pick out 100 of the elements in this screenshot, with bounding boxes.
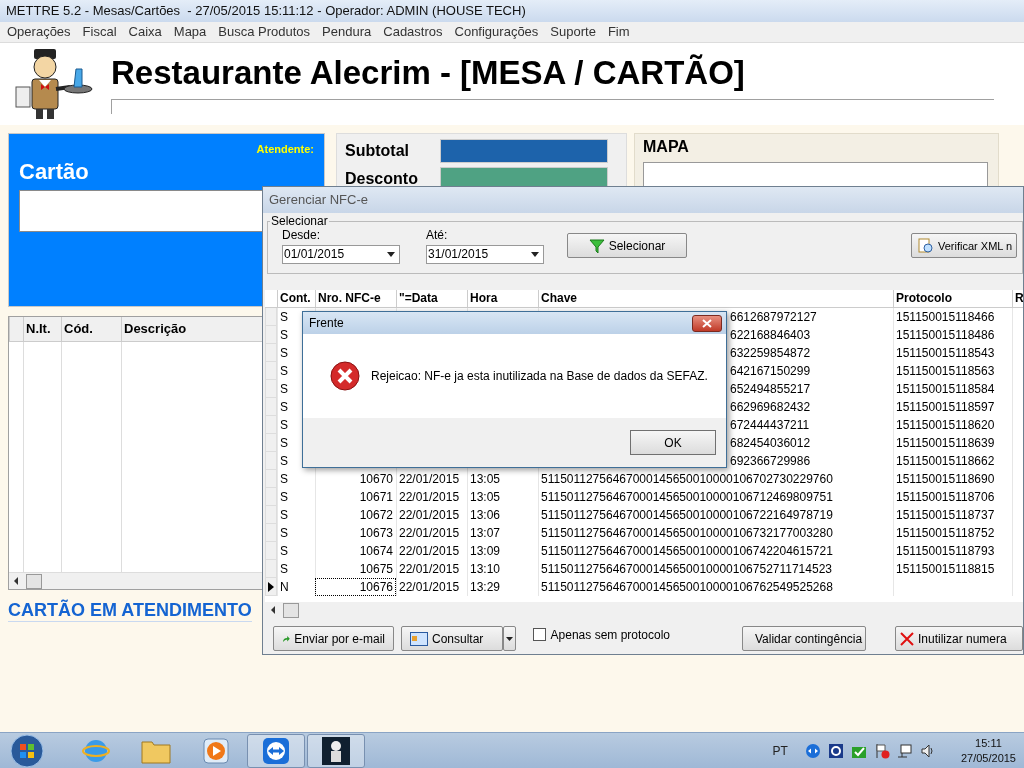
column-header: Hora <box>467 290 538 307</box>
arrows-icon[interactable] <box>804 742 821 759</box>
date-dropdown[interactable]: 31/01/2015 <box>426 245 544 264</box>
flag-icon[interactable] <box>873 742 890 759</box>
date-label: Desde: <box>282 228 322 242</box>
table-cell: S <box>277 524 315 542</box>
menu-item[interactable]: Fiscal <box>76 22 123 42</box>
speaker-icon[interactable] <box>919 742 936 759</box>
window-title: METTRE 5.2 - Mesas/Cartões - 27/05/2015 15:11:12 - Operador: ADMIN (HOUSE TECH) <box>0 0 1024 22</box>
map-title: MAPA <box>643 138 690 156</box>
start-button[interactable] <box>9 733 45 768</box>
email-button[interactable]: Enviar por e-mail <box>273 626 394 651</box>
table-cell-text: 652494855217 <box>730 381 811 398</box>
menu-item[interactable]: Busca Produtos <box>212 22 317 42</box>
table-cell: 51150112756467000145650010000106712469809751 <box>538 488 893 506</box>
error-message: Rejeicao: NF-e ja esta inutilizada na Base de dados da SEFAZ. <box>371 369 708 383</box>
current-row-icon <box>268 581 274 592</box>
column-header: Cont. <box>277 290 315 307</box>
document-search-icon <box>918 237 934 254</box>
verify-xml-button[interactable]: Verificar XML n <box>911 233 1018 258</box>
table-cell: 22/01/2015 <box>396 542 467 560</box>
table-cell-text: 662969682432 <box>730 399 811 416</box>
clock-time[interactable]: 15:11 <box>975 735 1002 751</box>
table-cell: 151150015118597 <box>893 398 1012 416</box>
table-cell: 13:07 <box>467 524 538 542</box>
table-cell: S <box>277 470 315 488</box>
table-cell: 10671 <box>315 488 396 506</box>
table-cell: 10673 <box>315 524 396 542</box>
menu-item[interactable]: Suporte <box>544 22 602 42</box>
table-cell: 151150015118639 <box>893 434 1012 452</box>
table-cell: 151150015118752 <box>893 524 1012 542</box>
window-icon <box>410 631 428 646</box>
table-cell: 10670 <box>315 470 396 488</box>
menu-item[interactable]: Cadastros <box>377 22 449 42</box>
table-cell: 22/01/2015 <box>396 560 467 578</box>
select-button[interactable]: Selecionar <box>567 233 687 258</box>
table-cell-text: 672444437211 <box>730 417 810 434</box>
checkbox[interactable] <box>533 628 546 641</box>
table-cell-text: 642167150299 <box>730 363 811 380</box>
waiter-icon <box>322 736 350 765</box>
window-title: Gerenciar NFC-e <box>269 191 368 209</box>
table-cell: 22/01/2015 <box>396 506 467 524</box>
scrollbar-thumb[interactable] <box>283 602 299 618</box>
scroll-left-icon[interactable] <box>269 606 277 614</box>
table-cell: 151150015118466 <box>893 308 1012 326</box>
scrollbar-thumb[interactable] <box>26 573 42 589</box>
clock-date[interactable]: 27/05/2015 <box>960 750 1016 766</box>
table-cell: 51150112756467000145650010000106742204615721 <box>538 542 893 560</box>
date-dropdown[interactable]: 01/01/2015 <box>282 245 400 264</box>
table-cell: 151150015118737 <box>893 506 1012 524</box>
table-cell: 51150112756467000145650010000106722164978719 <box>538 506 893 524</box>
play-icon <box>203 737 229 764</box>
menu-item[interactable]: Operações <box>1 22 77 42</box>
taskbar-app[interactable] <box>307 733 365 768</box>
column-header: Protocolo <box>893 290 1012 307</box>
total-label: Subtotal <box>344 142 410 160</box>
table-cell: 13:06 <box>467 506 538 524</box>
table-cell: 51150112756467000145650010000106752711714523 <box>538 560 893 578</box>
void-numbering-button[interactable]: Inutilizar numera <box>895 626 1023 651</box>
ok-button[interactable]: OK <box>630 430 716 455</box>
column-header: R <box>1012 290 1023 307</box>
close-button[interactable] <box>692 314 722 332</box>
contingency-button[interactable]: Validar contingência <box>742 626 866 651</box>
table-cell-text: 632259854872 <box>730 345 811 362</box>
attendant-label: Atendente: <box>256 143 314 155</box>
scroll-left-icon[interactable] <box>12 577 20 585</box>
table-cell: 13:29 <box>467 578 538 596</box>
table-cell: 10672 <box>315 506 396 524</box>
close-icon <box>900 631 914 646</box>
table-cell: 22/01/2015 <box>396 470 467 488</box>
caret-icon <box>531 252 539 257</box>
table-cell-text: 692366729986 <box>730 453 811 470</box>
menu-item[interactable]: Fim <box>601 22 636 42</box>
table-cell: 151150015118815 <box>893 560 1012 578</box>
menu-item[interactable]: Configurações <box>448 22 545 42</box>
menu-item[interactable]: Caixa <box>122 22 168 42</box>
table-cell: 22/01/2015 <box>396 488 467 506</box>
column-header: N.It. <box>23 317 61 341</box>
table-cell: 151150015118662 <box>893 452 1012 470</box>
table-cell: 51150112756467000145650010000106702730229760 <box>538 470 893 488</box>
table-cell: N <box>277 578 315 596</box>
table-cell: 151150015118486 <box>893 326 1012 344</box>
error-icon <box>330 361 360 391</box>
network-icon[interactable] <box>896 742 913 759</box>
column-header: Cód. <box>61 317 121 341</box>
checkbox-label: Apenas sem protocolo <box>550 627 670 642</box>
column-header: Nro. NFC-e <box>315 290 396 307</box>
arrows-icon <box>262 736 290 765</box>
table-cell: 13:05 <box>467 488 538 506</box>
date-label: Até: <box>426 228 449 242</box>
menu-item[interactable]: Mapa <box>167 22 213 42</box>
query-button[interactable]: Consultar <box>401 626 503 651</box>
row-selector[interactable] <box>265 578 277 596</box>
language-indicator[interactable]: PT <box>772 743 788 758</box>
column-header: "=Data <box>396 290 467 307</box>
funnel-icon <box>588 237 605 254</box>
table-cell: S <box>277 506 315 524</box>
menu-item[interactable]: Pendura <box>316 22 378 42</box>
app-header-title: Restaurante Alecrim - [MESA / CARTÃO] <box>111 53 746 93</box>
status-text: CARTÃO EM ATENDIMENTO <box>8 600 252 622</box>
